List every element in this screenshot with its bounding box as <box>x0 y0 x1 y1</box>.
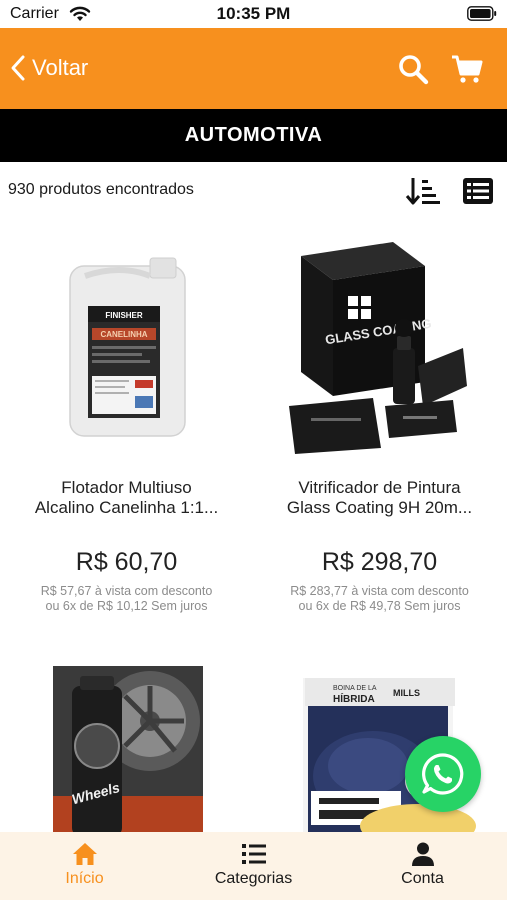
list-view-icon[interactable] <box>460 175 496 207</box>
product-image-brand: FINISHER <box>105 311 143 320</box>
tab-label: Categorias <box>214 870 293 887</box>
tab-inicio[interactable]: Início <box>0 832 169 900</box>
tab-conta[interactable]: Conta <box>338 832 507 900</box>
tab-categorias[interactable]: Categorias <box>169 832 338 900</box>
battery-icon <box>467 6 497 21</box>
search-icon[interactable] <box>396 52 430 86</box>
product-image-brand: MILLS <box>393 688 420 698</box>
sort-icon[interactable] <box>404 175 440 207</box>
product-image-label: HÍBRIDA <box>333 692 375 705</box>
results-count: 930 produtos encontrados <box>8 181 194 198</box>
product-price: R$ 298,70 <box>321 548 438 576</box>
product-card[interactable]: GLASS COATING Vitrificador de Pintura Gl… <box>253 218 506 618</box>
product-image-subtitle: BOINA DE LA <box>333 685 377 692</box>
product-image-label: CANELINHA <box>100 330 147 339</box>
list-icon <box>242 844 266 864</box>
whatsapp-button[interactable] <box>405 736 481 812</box>
status-bar: Carrier 10:35 PM <box>0 0 507 28</box>
product-payment-note: R$ 57,67 à vista com desconto ou 6x de R… <box>40 584 213 613</box>
product-card[interactable]: FINISHER CANELINHA Flotador Multiuso Alc… <box>0 218 253 618</box>
status-time: 10:35 PM <box>216 4 291 23</box>
product-payment-note: R$ 283,77 à vista com desconto ou 6x de … <box>290 584 469 613</box>
home-icon <box>73 843 97 865</box>
product-price: R$ 60,70 <box>75 548 178 576</box>
product-name: Vitrificador de Pintura Glass Coating 9H… <box>286 478 473 517</box>
product-card[interactable]: Wheels <box>0 666 253 832</box>
tab-bar: Início Categorias Conta <box>0 832 507 900</box>
back-button[interactable]: Voltar <box>10 50 88 86</box>
product-image: GLASS COATING <box>289 242 467 454</box>
product-name: Flotador Multiuso Alcalino Canelinha 1:1… <box>34 478 219 517</box>
tab-label: Conta <box>401 870 444 887</box>
nav-bar: Voltar <box>0 28 507 109</box>
whatsapp-icon <box>422 753 464 795</box>
results-toolbar: 930 produtos encontrados <box>0 162 507 218</box>
chevron-left-icon <box>11 55 25 81</box>
product-image: FINISHER CANELINHA <box>69 257 186 437</box>
user-icon <box>412 842 434 866</box>
tab-label: Início <box>65 870 104 887</box>
product-image: Wheels <box>53 666 203 832</box>
back-label: Voltar <box>32 55 89 80</box>
category-title: AUTOMOTIVA <box>0 109 507 162</box>
cart-icon[interactable] <box>450 52 484 86</box>
